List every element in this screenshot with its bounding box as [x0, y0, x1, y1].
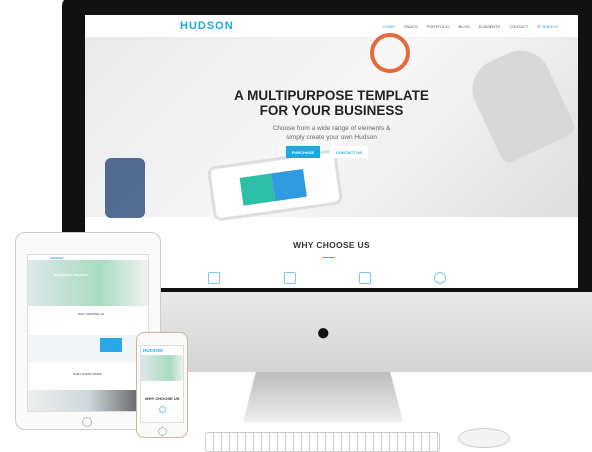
nav-portfolio[interactable]: PORTFOLIO	[427, 24, 450, 29]
mouse	[458, 428, 510, 448]
watch-image	[370, 33, 410, 73]
tablet-section-title: WHY CHOOSE US	[78, 312, 104, 316]
tablet-feature-band	[28, 335, 148, 363]
apple-logo-icon: ●	[316, 319, 331, 346]
phone-home-button[interactable]	[158, 427, 167, 436]
feature-icon	[159, 406, 166, 413]
monitor-icon	[284, 272, 296, 284]
phone-section-title: WHY CHOOSE US	[145, 396, 180, 401]
tablet-hero	[28, 260, 148, 306]
search-label: SEARCH	[541, 24, 558, 29]
nav-pages[interactable]: PAGES	[404, 24, 418, 29]
hero-title: A MULTIPURPOSE TEMPLATE FOR YOUR BUSINESS	[234, 88, 429, 118]
tablet-portfolio	[28, 390, 148, 411]
contact-button[interactable]: CONTACT US	[330, 146, 368, 158]
logo[interactable]: HUDSON	[180, 20, 234, 32]
nav-bar: HUDSON HOME PAGES PORTFOLIO BLOG ELEMENT…	[85, 15, 578, 38]
atom-icon	[434, 272, 446, 284]
phone: HUDSON WHY CHOOSE US	[136, 332, 188, 438]
camera-icon	[359, 272, 371, 284]
keyboard	[205, 432, 440, 452]
nav-menu: HOME PAGES PORTFOLIO BLOG ELEMENTS CONTA…	[383, 24, 558, 29]
nav-home[interactable]: HOME	[383, 24, 395, 29]
home-button[interactable]	[82, 417, 92, 427]
purchase-button[interactable]: PURCHASE	[286, 146, 320, 158]
nav-blog[interactable]: BLOG	[459, 24, 470, 29]
imac-stand	[243, 372, 403, 422]
phone-logo: HUDSON	[143, 348, 163, 353]
nav-search[interactable]: ⚲ SEARCH	[537, 24, 558, 29]
hero-subtitle: Choose from a wide range of elements & si…	[272, 125, 391, 141]
tablet-hero-title: BUSINESS & CREATIVE	[54, 273, 89, 277]
layers-icon	[208, 272, 220, 284]
tablet-website: HUDSON BUSINESS & CREATIVE WHY CHOOSE US…	[27, 254, 149, 412]
phone-website: HUDSON WHY CHOOSE US	[140, 345, 184, 423]
tablet-work-title: OUR LATEST WORK	[73, 372, 102, 376]
nav-elements[interactable]: ELEMENTS	[479, 24, 501, 29]
nav-contact[interactable]: CONTACT	[509, 24, 528, 29]
hero: A MULTIPURPOSE TEMPLATE FOR YOUR BUSINESS…	[85, 33, 578, 222]
divider	[323, 257, 335, 258]
phone-hero	[141, 355, 183, 381]
pencil-cup-image	[105, 158, 145, 218]
phone-prop-image	[206, 149, 344, 222]
